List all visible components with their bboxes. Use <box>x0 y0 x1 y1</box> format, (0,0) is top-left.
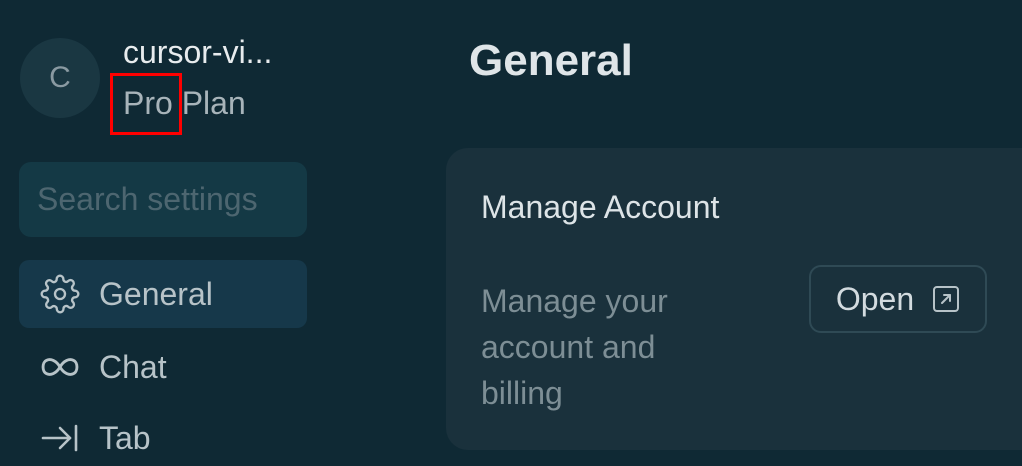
user-name: cursor-vi... <box>123 34 273 70</box>
external-link-icon <box>932 285 960 313</box>
avatar-initial: C <box>49 61 71 94</box>
sidebar-item-label: Tab <box>99 419 151 456</box>
search-box[interactable] <box>19 162 307 237</box>
sidebar-item-tab[interactable]: Tab <box>19 404 307 466</box>
sidebar-item-label: Chat <box>99 348 167 385</box>
open-button[interactable]: Open <box>809 265 987 333</box>
sidebar-item-label: General <box>99 275 213 312</box>
card-title: Manage Account <box>481 189 720 225</box>
tab-arrow-icon <box>39 417 81 459</box>
page-title: General <box>469 36 633 85</box>
open-button-label: Open <box>835 280 915 317</box>
avatar: C <box>20 38 100 118</box>
sidebar-item-general[interactable]: General <box>19 260 307 328</box>
gear-icon <box>39 273 81 315</box>
plan-suffix: Plan <box>172 85 246 121</box>
infinity-icon <box>39 346 81 388</box>
highlight-box <box>110 73 182 135</box>
sidebar-item-chat[interactable]: Chat <box>19 333 307 401</box>
card-description: Manage your account and billing <box>481 283 668 411</box>
search-input[interactable] <box>37 181 289 218</box>
sidebar: C cursor-vi... Pro Plan General <box>0 0 330 466</box>
settings-window: C cursor-vi... Pro Plan General <box>0 0 1022 466</box>
manage-account-card: Manage Account Manage your account and b… <box>446 148 1022 450</box>
